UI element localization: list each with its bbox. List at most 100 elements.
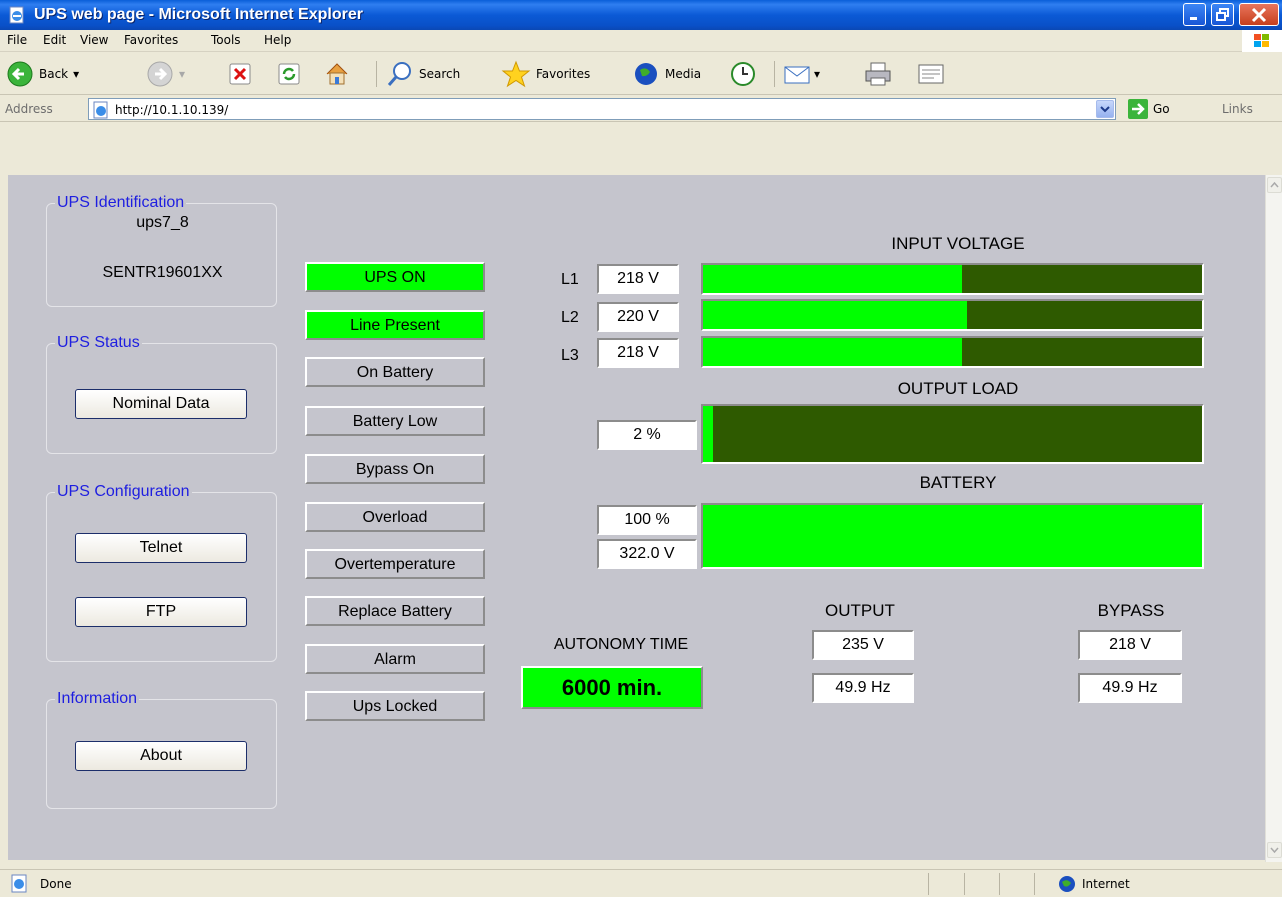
minimize-button[interactable] <box>1183 3 1206 26</box>
l3-voltage-value: 218 V <box>597 338 679 368</box>
l2-label: L2 <box>561 309 579 326</box>
indicator-replace-battery: Replace Battery <box>305 596 485 626</box>
edit-page-icon <box>918 64 944 84</box>
menu-edit[interactable]: Edit <box>43 33 66 47</box>
indicator-ups-locked: Ups Locked <box>305 691 485 721</box>
ups-identification-group: UPS Identification ups7_8 SENTR19601XX <box>46 194 277 307</box>
battery-fill <box>703 505 1202 567</box>
edit-button[interactable] <box>916 60 946 88</box>
history-button[interactable] <box>729 60 757 88</box>
links-toolbar[interactable]: Links <box>1222 102 1253 116</box>
information-group: Information About <box>46 690 277 809</box>
address-url: http://10.1.10.139/ <box>115 103 229 117</box>
ups-configuration-legend: UPS Configuration <box>55 483 192 501</box>
stop-button[interactable] <box>228 60 252 88</box>
search-button[interactable]: Search <box>386 60 460 88</box>
bypass-voltage-value: 218 V <box>1078 630 1182 660</box>
status-text: Done <box>40 877 72 891</box>
vertical-scrollbar[interactable] <box>1265 175 1282 862</box>
scroll-down-button[interactable] <box>1267 842 1282 858</box>
refresh-button[interactable] <box>277 60 301 88</box>
forward-arrow-icon <box>147 61 173 87</box>
favorites-button[interactable]: Favorites <box>501 60 590 88</box>
stop-icon <box>229 63 251 85</box>
chevron-down-icon: ▾ <box>179 67 186 81</box>
menu-view[interactable]: View <box>80 33 108 47</box>
scroll-up-button[interactable] <box>1267 177 1282 193</box>
status-separator <box>928 873 929 895</box>
telnet-button[interactable]: Telnet <box>75 533 247 563</box>
indicator-battery-low: Battery Low <box>305 406 485 436</box>
windows-logo-icon <box>1242 30 1282 52</box>
title-bar: UPS web page - Microsoft Internet Explor… <box>0 0 1282 30</box>
output-frequency-value: 49.9 Hz <box>812 673 914 703</box>
internet-zone-icon <box>1059 876 1075 892</box>
chevron-down-icon: ▾ <box>814 67 821 81</box>
l1-voltage-value: 218 V <box>597 264 679 294</box>
l3-voltage-fill <box>703 338 963 366</box>
close-button[interactable] <box>1239 3 1279 26</box>
chevron-down-icon <box>1100 106 1110 113</box>
l3-label: L3 <box>561 347 579 364</box>
output-load-value: 2 % <box>597 420 697 450</box>
address-dropdown-button[interactable] <box>1096 100 1114 118</box>
about-button[interactable]: About <box>75 741 247 771</box>
menu-file[interactable]: File <box>7 33 27 47</box>
ups-configuration-group: UPS Configuration Telnet FTP <box>46 483 277 662</box>
home-button[interactable] <box>323 60 351 88</box>
l1-label: L1 <box>561 271 579 288</box>
media-button[interactable]: Media <box>632 60 701 88</box>
forward-button[interactable]: ▾ <box>146 60 185 88</box>
ups-identification-legend: UPS Identification <box>55 194 187 212</box>
toolbar-separator <box>774 61 775 87</box>
battery-charge-value: 100 % <box>597 505 697 535</box>
information-legend: Information <box>55 690 140 708</box>
address-bar: Address http://10.1.10.139/ Go Links <box>0 96 1282 122</box>
mail-button[interactable]: ▾ <box>782 60 820 88</box>
menu-favorites[interactable]: Favorites <box>124 33 178 47</box>
autonomy-value: 6000 min. <box>521 666 703 709</box>
battery-heading: BATTERY <box>919 473 997 492</box>
chevron-down-icon <box>1270 847 1279 854</box>
address-input[interactable]: http://10.1.10.139/ <box>88 98 1116 120</box>
status-separator <box>999 873 1000 895</box>
menu-tools[interactable]: Tools <box>211 33 241 47</box>
content-frame-border <box>0 175 8 862</box>
menu-help[interactable]: Help <box>264 33 291 47</box>
indicator-overload: Overload <box>305 502 485 532</box>
nominal-data-button[interactable]: Nominal Data <box>75 389 247 419</box>
close-icon <box>1251 8 1267 23</box>
bypass-heading: BYPASS <box>1097 601 1165 620</box>
indicator-ups-on: UPS ON <box>305 262 485 292</box>
l2-voltage-fill <box>703 301 968 329</box>
indicator-on-battery: On Battery <box>305 357 485 387</box>
status-bar: Done Internet <box>0 869 1282 897</box>
minimize-icon <box>1190 17 1197 20</box>
address-label: Address <box>5 102 53 116</box>
media-globe-icon <box>635 63 657 85</box>
autonomy-label: AUTONOMY TIME <box>553 636 689 653</box>
battery-voltage-value: 322.0 V <box>597 539 697 569</box>
menu-bar: File Edit View Favorites Tools Help <box>0 30 1282 52</box>
l1-voltage-fill <box>703 265 963 293</box>
ie-page-icon <box>93 101 108 119</box>
output-heading: OUTPUT <box>825 601 895 620</box>
ie-page-icon <box>9 6 24 24</box>
restore-icon <box>1216 8 1229 21</box>
print-button[interactable] <box>863 60 893 88</box>
star-icon <box>501 60 531 88</box>
l1-voltage-bar <box>701 263 1204 295</box>
toolbar: Back ▾ ▾ Search Favorites Media ▾ <box>0 53 1282 95</box>
l3-voltage-bar <box>701 336 1204 368</box>
l2-voltage-bar <box>701 299 1204 331</box>
indicator-overtemperature: Overtemperature <box>305 549 485 579</box>
input-voltage-heading: INPUT VOLTAGE <box>891 234 1025 253</box>
maximize-button[interactable] <box>1211 3 1234 26</box>
ftp-button[interactable]: FTP <box>75 597 247 627</box>
back-arrow-icon <box>7 61 33 87</box>
status-separator <box>964 873 965 895</box>
go-button[interactable]: Go <box>1128 99 1170 119</box>
ie-page-icon <box>11 874 27 893</box>
history-icon <box>731 62 755 86</box>
back-button[interactable]: Back ▾ <box>6 60 79 88</box>
